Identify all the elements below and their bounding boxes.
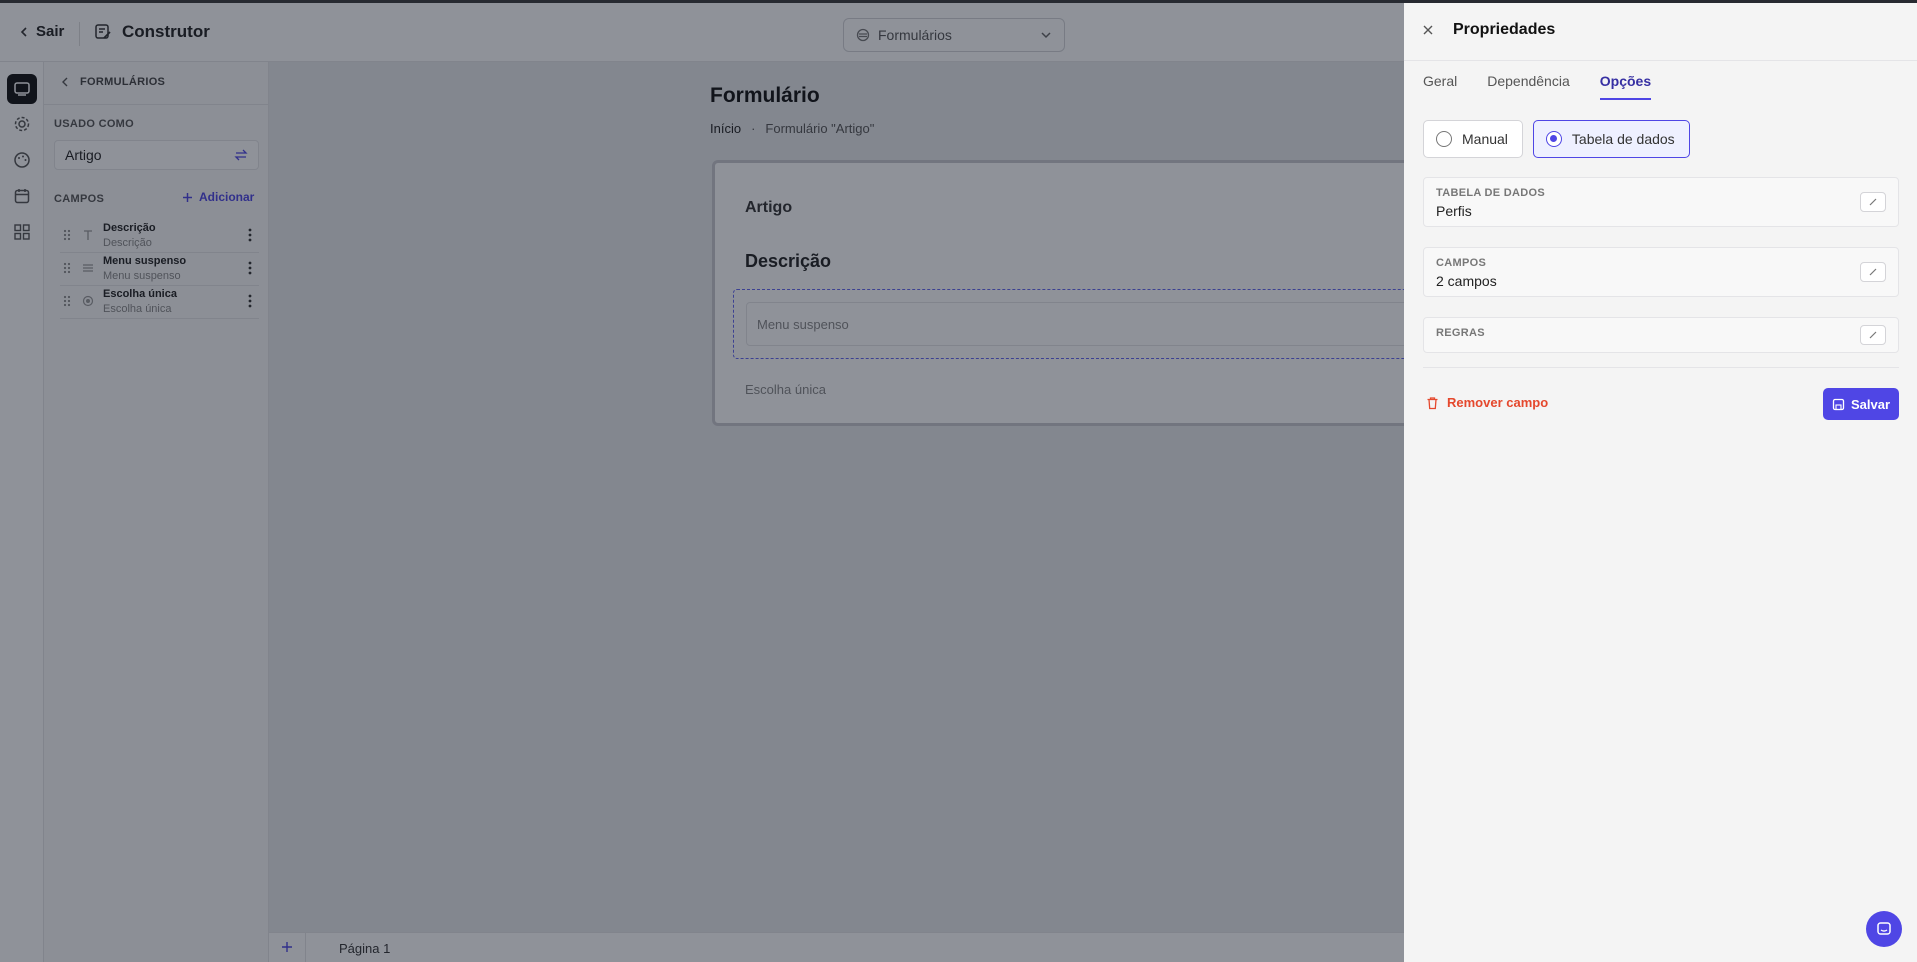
source-manual-radio[interactable]: Manual xyxy=(1423,120,1523,158)
row-label: REGRAS xyxy=(1436,327,1485,339)
panel-title: Propriedades xyxy=(1453,21,1556,38)
tab-general[interactable]: Geral xyxy=(1423,73,1457,100)
save-icon xyxy=(1832,398,1845,410)
row-value: Perfis xyxy=(1436,203,1472,219)
row-label: TABELA DE DADOS xyxy=(1436,187,1545,199)
row-value: 2 campos xyxy=(1436,273,1497,289)
edit-fields-button[interactable] xyxy=(1860,262,1886,282)
save-button[interactable]: Salvar xyxy=(1823,388,1899,420)
app: Sair Construtor Formulários FORMULÁRIOS … xyxy=(0,0,1917,962)
pencil-icon xyxy=(1869,268,1877,276)
panel-header: Propriedades xyxy=(1404,3,1917,61)
tab-dependency[interactable]: Dependência xyxy=(1487,73,1570,100)
source-radio-group: Manual Tabela de dados xyxy=(1423,120,1690,158)
row-label: CAMPOS xyxy=(1436,257,1487,269)
tab-options[interactable]: Opções xyxy=(1599,73,1652,100)
pencil-icon xyxy=(1869,198,1877,206)
divider xyxy=(1423,367,1899,368)
trash-icon xyxy=(1427,396,1438,409)
remove-field-label: Remover campo xyxy=(1447,395,1549,410)
source-datatable-radio[interactable]: Tabela de dados xyxy=(1532,120,1690,158)
radio-label: Tabela de dados xyxy=(1571,131,1675,147)
pencil-icon xyxy=(1869,331,1877,339)
edit-rules-button[interactable] xyxy=(1860,325,1886,345)
save-label: Salvar xyxy=(1850,396,1891,412)
properties-panel: Propriedades Geral Dependência Opções Ma… xyxy=(1404,3,1917,962)
edit-datatable-button[interactable] xyxy=(1860,192,1886,212)
fields-row: CAMPOS 2 campos xyxy=(1423,247,1899,297)
chat-icon xyxy=(1877,922,1891,935)
remove-field-button[interactable]: Remover campo xyxy=(1426,395,1548,410)
radio-icon xyxy=(1436,131,1452,147)
radio-selected-icon xyxy=(1545,131,1562,147)
close-icon[interactable] xyxy=(1422,24,1434,36)
radio-label: Manual xyxy=(1462,131,1508,147)
datatable-row: TABELA DE DADOS Perfis xyxy=(1423,177,1899,227)
panel-tabs: Geral Dependência Opções xyxy=(1423,73,1681,100)
rules-row: REGRAS xyxy=(1423,317,1899,353)
support-chat-button[interactable] xyxy=(1866,911,1902,947)
